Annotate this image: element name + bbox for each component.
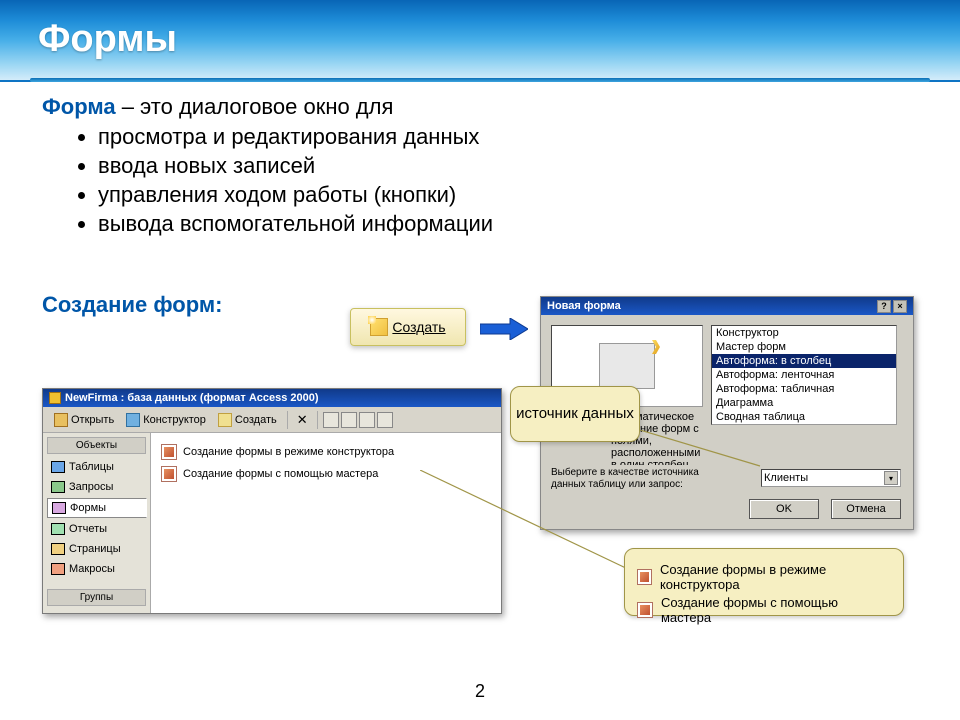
list-item[interactable]: Автоформа: табличная bbox=[712, 382, 896, 396]
callout-row: Создание формы с помощью мастера bbox=[637, 595, 891, 625]
design-button[interactable]: Конструктор bbox=[121, 411, 211, 429]
intro-text: Форма – это диалоговое окно для просмотр… bbox=[42, 94, 920, 240]
forms-icon bbox=[52, 502, 66, 514]
page-number: 2 bbox=[475, 681, 485, 702]
wizard-icon bbox=[161, 444, 177, 460]
sidebar-item-tables[interactable]: Таблицы bbox=[47, 458, 146, 476]
view-details-icon[interactable] bbox=[377, 412, 393, 428]
separator bbox=[317, 411, 318, 429]
create-button[interactable]: Создать bbox=[350, 308, 466, 346]
open-icon bbox=[54, 413, 68, 427]
title-banner: Формы bbox=[0, 0, 960, 82]
pages-icon bbox=[51, 543, 65, 555]
intro-rest: – это диалоговое окно для bbox=[116, 94, 394, 119]
db-icon bbox=[49, 392, 61, 404]
reports-icon bbox=[51, 523, 65, 535]
group-header[interactable]: Группы bbox=[47, 589, 146, 606]
create-button-toolbar[interactable]: Создать bbox=[213, 411, 282, 429]
group-header[interactable]: Объекты bbox=[47, 437, 146, 454]
separator bbox=[287, 411, 288, 429]
source-combo[interactable]: Клиенты ▾ bbox=[761, 469, 901, 487]
callout2-connector bbox=[420, 470, 640, 590]
subheader: Создание форм: bbox=[42, 292, 222, 318]
db-toolbar: Открыть Конструктор Создать ✕ bbox=[43, 407, 501, 433]
arrow-icon bbox=[480, 318, 528, 340]
sidebar-item-reports[interactable]: Отчеты bbox=[47, 520, 146, 538]
source-callout: источник данных bbox=[510, 386, 640, 442]
sidebar-item-pages[interactable]: Страницы bbox=[47, 540, 146, 558]
chevron-down-icon[interactable]: ▾ bbox=[884, 471, 898, 485]
db-title: NewFirma : база данных (формат Access 20… bbox=[65, 392, 319, 404]
new-icon bbox=[218, 413, 232, 427]
create-constructor-row[interactable]: Создание формы в режиме конструктора bbox=[159, 441, 493, 463]
list-item[interactable]: Конструктор bbox=[712, 326, 896, 340]
view-large-icon[interactable] bbox=[323, 412, 339, 428]
wizard-icon bbox=[161, 466, 177, 482]
intro-list: просмотра и редактирования данных ввода … bbox=[98, 124, 920, 237]
form-type-list[interactable]: Конструктор Мастер форм Автоформа: в сто… bbox=[711, 325, 897, 425]
sidebar-item-macros[interactable]: Макросы bbox=[47, 560, 146, 578]
list-item[interactable]: Мастер форм bbox=[712, 340, 896, 354]
help-icon[interactable]: ? bbox=[877, 300, 891, 313]
list-item[interactable]: Диаграмма bbox=[712, 396, 896, 410]
wizard-icon bbox=[637, 569, 652, 585]
close-icon[interactable]: × bbox=[893, 300, 907, 313]
new-icon bbox=[370, 318, 388, 336]
view-small-icon[interactable] bbox=[341, 412, 357, 428]
queries-icon bbox=[51, 481, 65, 493]
cancel-button[interactable]: Отмена bbox=[831, 499, 901, 519]
term: Форма bbox=[42, 94, 116, 119]
view-list-icon[interactable] bbox=[359, 412, 375, 428]
dialog-titlebar[interactable]: Новая форма ? × bbox=[541, 297, 913, 315]
open-button[interactable]: Открыть bbox=[49, 411, 119, 429]
sidebar-item-queries[interactable]: Запросы bbox=[47, 478, 146, 496]
create-label: Создать bbox=[392, 319, 445, 335]
combo-value: Клиенты bbox=[764, 472, 808, 484]
ok-button[interactable]: OK bbox=[749, 499, 819, 519]
list-item: управления ходом работы (кнопки) bbox=[98, 182, 920, 208]
list-item[interactable]: Сводная таблица bbox=[712, 410, 896, 424]
title-rule bbox=[30, 78, 930, 82]
delete-icon[interactable]: ✕ bbox=[293, 412, 312, 428]
callout-row: Создание формы в режиме конструктора bbox=[637, 562, 891, 592]
callout-connector bbox=[640, 430, 770, 470]
macros-icon bbox=[51, 563, 65, 575]
list-item: просмотра и редактирования данных bbox=[98, 124, 920, 150]
list-item: вывода вспомогательной информации bbox=[98, 211, 920, 237]
wizard-icon bbox=[637, 602, 653, 618]
db-titlebar[interactable]: NewFirma : база данных (формат Access 20… bbox=[43, 389, 501, 407]
objects-sidebar: Объекты Таблицы Запросы Формы Отчеты Стр… bbox=[43, 433, 151, 613]
list-item[interactable]: Автоформа: ленточная bbox=[712, 368, 896, 382]
design-icon bbox=[126, 413, 140, 427]
page-title: Формы bbox=[0, 0, 960, 79]
list-item-selected[interactable]: Автоформа: в столбец bbox=[712, 354, 896, 368]
dialog-title: Новая форма bbox=[547, 300, 621, 312]
sidebar-item-forms[interactable]: Формы bbox=[47, 498, 147, 518]
create-options-callout: Создание формы в режиме конструктора Соз… bbox=[624, 548, 904, 616]
tables-icon bbox=[51, 461, 65, 473]
list-item: ввода новых записей bbox=[98, 153, 920, 179]
